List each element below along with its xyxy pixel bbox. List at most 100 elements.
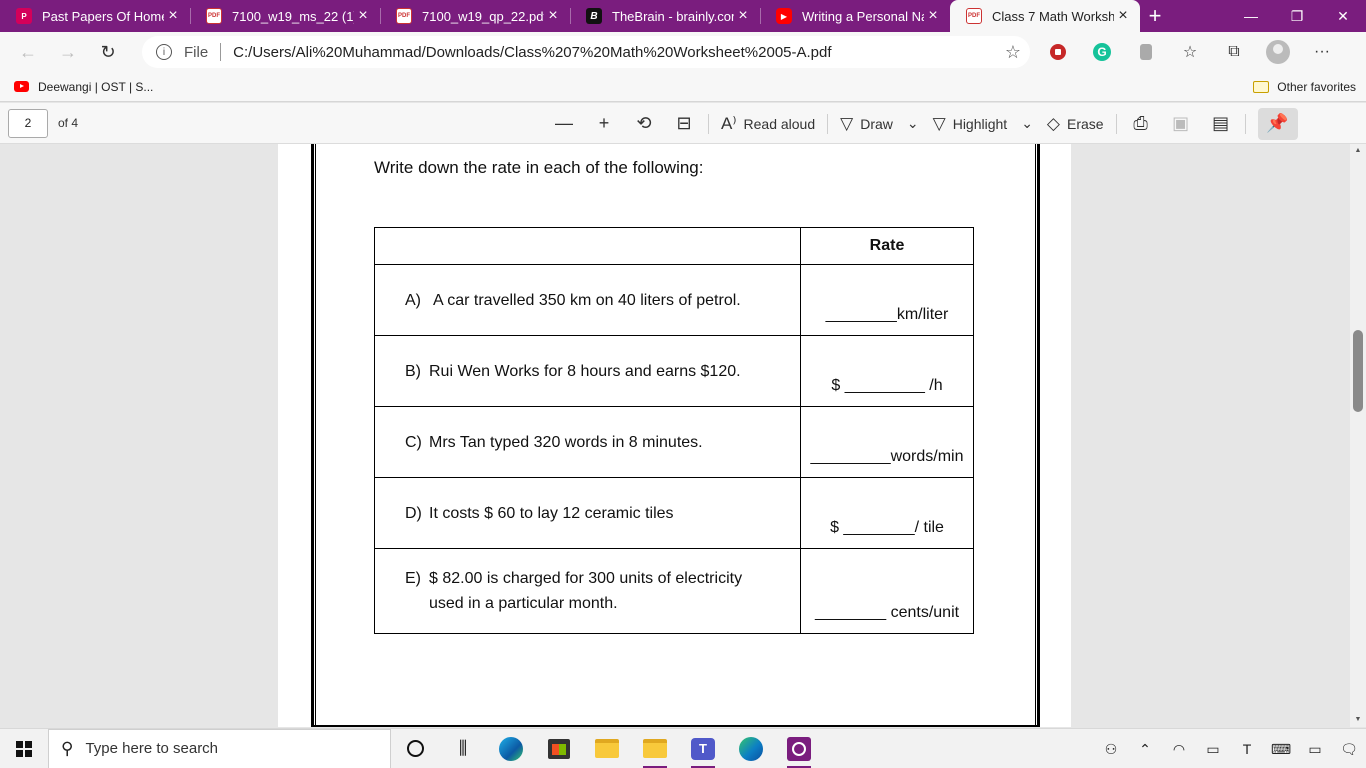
start-button[interactable] (0, 729, 48, 768)
pdf-icon: PDF (206, 8, 222, 24)
answer-blank: $ _________ /h (800, 335, 974, 407)
windows-taskbar: ⚲ Type here to search ⫼ T ⚇ ⌃ ◠ ▭ T ⌨ ▭ … (0, 728, 1366, 768)
page-count-label: of 4 (58, 116, 79, 130)
tab-7100-qp[interactable]: PDF 7100_w19_qp_22.pdf × (380, 0, 570, 32)
omnibox[interactable]: i File C:/Users/Ali%20Muhammad/Downloads… (142, 36, 1030, 68)
table-row: B) Rui Wen Works for 8 hours and earns $1… (373, 335, 974, 407)
tablet-mode-icon[interactable]: ▭ (1298, 729, 1332, 768)
table-row: C) Mrs Tan typed 320 words in 8 minutes. … (373, 406, 974, 478)
answer-blank: ________km/liter (800, 264, 974, 336)
draw-button[interactable]: ▽ Draw (832, 103, 901, 144)
back-icon[interactable]: ← (8, 32, 48, 72)
minimize-icon[interactable]: — (1228, 0, 1274, 32)
file-explorer-window-icon[interactable] (631, 729, 679, 768)
extension-record-icon[interactable] (1036, 32, 1080, 72)
people-icon[interactable]: ⚇ (1094, 729, 1128, 768)
close-icon[interactable]: × (544, 7, 562, 25)
file-explorer-icon[interactable] (583, 729, 631, 768)
tab-past-papers[interactable]: P Past Papers Of Home/C × (0, 0, 190, 32)
zoom-out-icon[interactable]: — (544, 103, 584, 144)
windows-logo-icon (16, 740, 32, 757)
extension-puzzle-icon[interactable] (1124, 32, 1168, 72)
whatsapp-icon[interactable] (775, 729, 823, 768)
refresh-icon[interactable]: ↻ (88, 32, 128, 72)
close-icon[interactable]: × (924, 7, 942, 25)
scheme-label: File (184, 43, 209, 61)
close-icon[interactable]: × (1114, 7, 1132, 25)
task-view-icon[interactable]: ⫼ (439, 729, 487, 768)
question-text-line1: $ 82.00 is charged for 300 units of elec… (429, 570, 743, 587)
highlight-button[interactable]: ▽ Highlight (925, 103, 1016, 144)
favorite-deewangi[interactable]: Deewangi | OST | S... (14, 80, 153, 94)
page-number-input[interactable]: 2 (8, 109, 48, 138)
tab-7100-ms[interactable]: PDF 7100_w19_ms_22 (1).pdf × (190, 0, 380, 32)
keyboard-icon[interactable]: ⌨ (1264, 729, 1298, 768)
teams-tray-icon[interactable]: T (1230, 729, 1264, 768)
collections-icon[interactable]: ⧉ (1212, 32, 1256, 72)
youtube-icon: ▶ (776, 8, 792, 24)
scroll-up-icon[interactable]: ▲ (1350, 144, 1366, 158)
highlight-options-chevron-down-icon[interactable]: ⌄ (1015, 103, 1039, 144)
edge-browser-icon[interactable] (727, 729, 775, 768)
erase-button[interactable]: ◇ Erase (1039, 103, 1112, 144)
extension-icons: G ☆ ⧉ ··· (1036, 32, 1344, 72)
restore-icon[interactable]: ❐ (1274, 0, 1320, 32)
question-text-line2: used in a particular month. (429, 595, 618, 612)
tab-writing-narrative[interactable]: ▶ Writing a Personal Narr × (760, 0, 950, 32)
question-text: A car travelled 350 km on 40 liters of p… (433, 291, 741, 309)
read-aloud-icon: A⁾ (721, 113, 737, 133)
taskbar-search-input[interactable]: ⚲ Type here to search (48, 728, 391, 768)
edge-icon[interactable] (487, 729, 535, 768)
tab-title: 7100_w19_qp_22.pdf (422, 8, 544, 24)
notifications-icon[interactable]: 🗨 (1332, 729, 1366, 768)
print-icon[interactable]: ⎙ (1121, 103, 1161, 144)
table-row: D) It costs $ 60 to lay 12 ceramic tiles … (373, 477, 974, 549)
question-label: E) (405, 570, 421, 587)
question-text: Mrs Tan typed 320 words in 8 minutes. (429, 433, 703, 451)
scrollbar-thumb[interactable] (1353, 330, 1363, 412)
new-tab-button[interactable]: + (1140, 0, 1170, 32)
draw-options-chevron-down-icon[interactable]: ⌄ (901, 103, 925, 144)
question-text: Rui Wen Works for 8 hours and earns $120… (429, 362, 741, 380)
rates-table: Rate A) A car travelled 350 km on 40 lite… (373, 227, 974, 634)
highlight-icon: ▽ (932, 113, 946, 133)
pin-toolbar-icon[interactable]: 📌 (1257, 107, 1298, 140)
read-aloud-button[interactable]: A⁾ Read aloud (713, 103, 823, 144)
chevron-up-icon[interactable]: ⌃ (1128, 729, 1162, 768)
scroll-down-icon[interactable]: ▼ (1350, 713, 1366, 727)
close-icon[interactable]: × (164, 7, 182, 25)
more-menu-icon[interactable]: ··· (1300, 32, 1344, 72)
toolbar-divider (827, 113, 829, 134)
other-favorites[interactable]: Other favorites (1253, 72, 1356, 102)
grammarly-icon[interactable]: G (1080, 32, 1124, 72)
cortana-icon[interactable] (391, 729, 439, 768)
tab-brainly[interactable]: B TheBrain - brainly.com × (570, 0, 760, 32)
favorite-star-icon[interactable]: ☆ (996, 42, 1030, 63)
other-favorites-label: Other favorites (1277, 80, 1356, 94)
wifi-icon[interactable]: ◠ (1162, 729, 1196, 768)
save-icon[interactable]: ▣ (1161, 103, 1201, 144)
answer-blank: $ ________/ tile (800, 477, 974, 549)
teams-icon[interactable]: T (679, 729, 727, 768)
fit-page-icon[interactable]: ⊟ (664, 103, 704, 144)
erase-label: Erase (1067, 115, 1104, 132)
rotate-icon[interactable]: ⟲ (624, 103, 664, 144)
vertical-scrollbar[interactable]: ▲ ▼ (1350, 144, 1366, 727)
battery-icon[interactable]: ▭ (1196, 729, 1230, 768)
close-icon[interactable]: × (354, 7, 372, 25)
info-icon[interactable]: i (156, 44, 172, 60)
close-window-icon[interactable]: ✕ (1320, 0, 1366, 32)
store-icon[interactable] (535, 729, 583, 768)
favorites-icon[interactable]: ☆ (1168, 32, 1212, 72)
forward-icon[interactable]: → (48, 32, 88, 72)
zoom-in-icon[interactable]: + (584, 103, 624, 144)
profile-avatar[interactable] (1256, 32, 1300, 72)
url-text[interactable]: C:/Users/Ali%20Muhammad/Downloads/Class%… (233, 44, 996, 61)
answer-blank: ________ cents/unit (800, 548, 974, 634)
address-bar: ← → ↻ i File C:/Users/Ali%20Muhammad/Dow… (0, 32, 1366, 72)
tab-class7-math[interactable]: PDF Class 7 Math Workshee × (950, 0, 1140, 32)
close-icon[interactable]: × (734, 7, 752, 25)
worksheet-instruction: Write down the rate in each of the follo… (374, 158, 704, 177)
save-as-icon[interactable]: ▤ (1201, 103, 1241, 144)
pdf-viewport[interactable]: Write down the rate in each of the follo… (0, 144, 1366, 727)
